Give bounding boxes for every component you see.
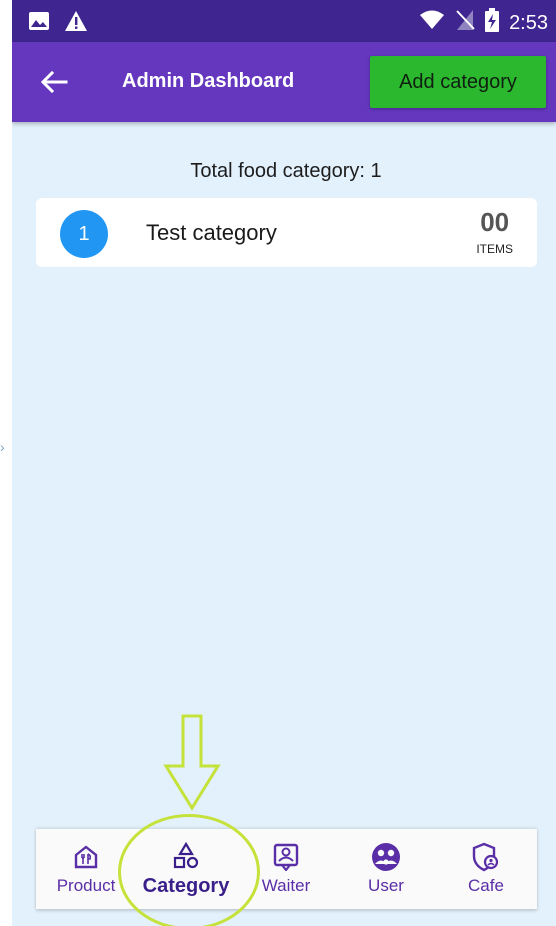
item-count-unit: ITEMS [476,242,513,256]
category-name: Test category [146,220,277,245]
no-sim-icon [455,9,475,36]
back-arrow-icon [40,70,68,94]
waiter-badge-icon [271,842,301,872]
category-list-item[interactable]: 1 Test category 00 ITEMS [36,198,537,267]
bottom-navigation: Product Category Waiter User Cafe [36,829,537,909]
category-index-avatar: 1 [60,210,108,258]
back-button[interactable] [36,64,72,100]
nav-label-waiter: Waiter [261,876,311,895]
annotation-highlight-circle [118,814,260,926]
app-bar: Admin Dashboard Add category [12,42,556,122]
image-notification-icon [28,11,50,36]
page-title: Admin Dashboard [122,70,295,92]
edge-arrow-icon: › [0,439,5,455]
annotation-arrow-icon [163,714,221,811]
item-count: 00 [480,207,510,237]
battery-charging-icon [485,8,500,37]
user-group-icon [371,842,401,872]
item-count-block: 00 ITEMS [476,208,513,256]
left-screen-edge: › [0,0,12,926]
total-category-count: Total food category: 1 [190,160,382,182]
warning-notification-icon [64,10,88,37]
product-icon [71,842,101,872]
add-category-button[interactable]: Add category [370,56,546,108]
nav-item-cafe[interactable]: Cafe [436,829,536,909]
cafe-shield-icon [471,842,501,872]
nav-label-product: Product [56,876,116,895]
nav-label-cafe: Cafe [468,876,504,895]
nav-label-user: User [368,876,404,895]
nav-item-user[interactable]: User [336,829,436,909]
phone-screen: 2:53 Admin Dashboard Add category Total … [12,0,556,926]
wifi-icon [419,10,445,35]
status-bar: 2:53 [12,0,556,42]
status-time: 2:53 [509,11,548,34]
